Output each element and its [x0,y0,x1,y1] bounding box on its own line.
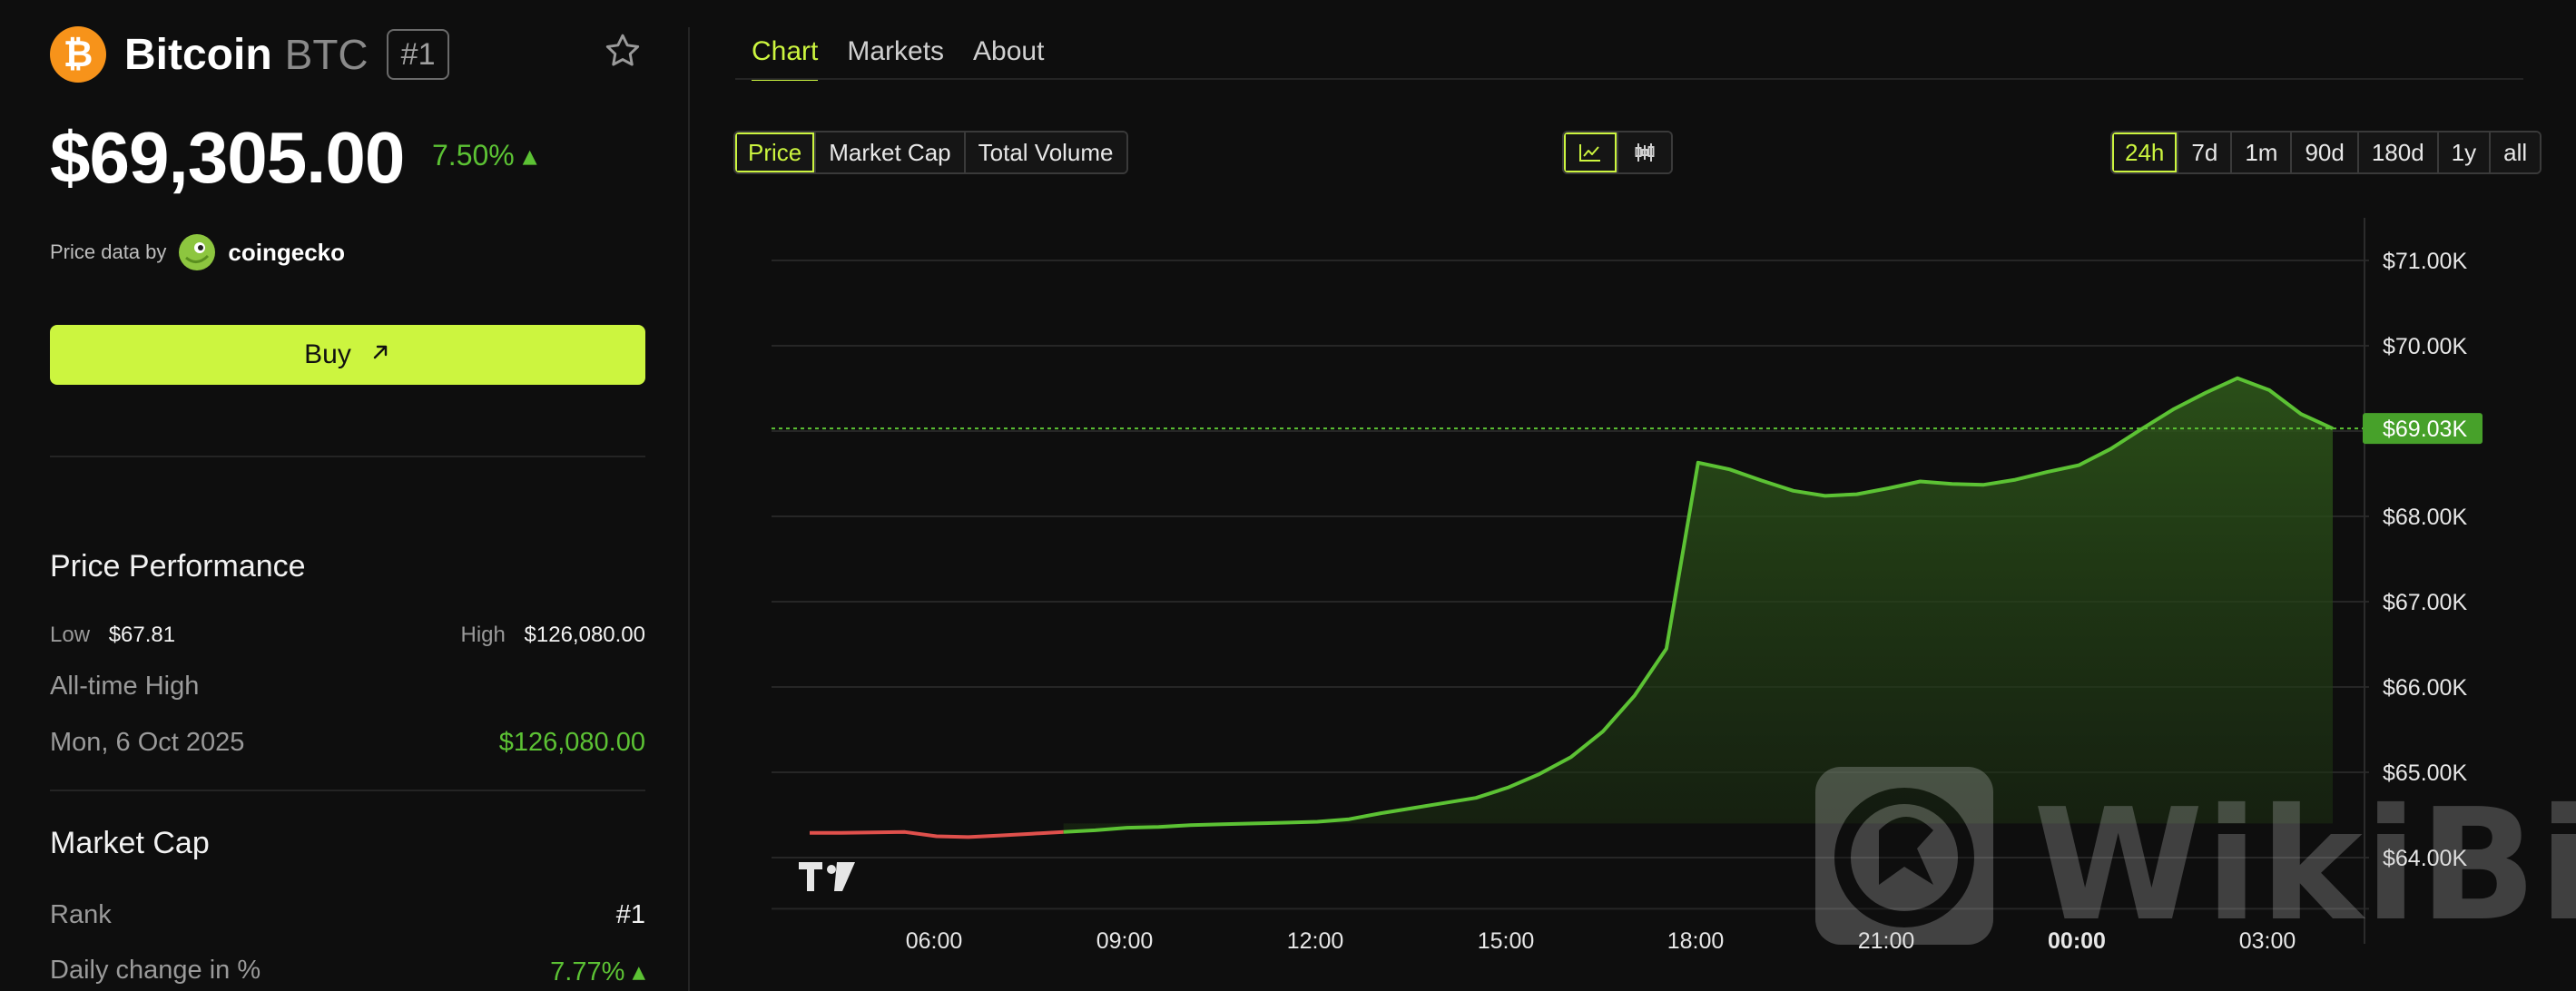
wikibit-logo-icon [1815,767,1993,945]
ath-label: All-time High [50,672,200,701]
rank-badge: #1 [386,29,450,80]
line-chart-icon[interactable] [1564,132,1618,172]
chart-type-toggle [1562,131,1673,174]
timeframe-7d[interactable]: 7d [2178,132,2233,172]
metric-market-cap-button[interactable]: Market Cap [816,132,966,172]
metric-total-volume-button[interactable]: Total Volume [965,132,1126,172]
divider [50,790,645,791]
rank-value: #1 [615,900,645,929]
x-tick-label: 18:00 [1667,928,1725,954]
coin-symbol: BTC [284,31,369,78]
current-price-badge-label: $69.03K [2383,417,2467,442]
coin-name: Bitcoin [124,30,272,79]
coin-header: ₿ Bitcoin BTC #1 [50,25,450,83]
daily-change-label: Daily change in % [50,956,261,985]
y-tick-label: $70.00K [2383,334,2467,359]
timeframe-180d[interactable]: 180d [2358,132,2439,172]
rank-row: Rank #1 [50,900,645,930]
timeframe-24h[interactable]: 24h [2112,132,2179,172]
y-tick-label: $66.00K [2383,675,2467,701]
star-icon[interactable] [603,31,643,71]
low-value: $67.81 [108,623,176,647]
ath-label-row: All-time High [50,672,645,702]
timeframe-1y[interactable]: 1y [2438,132,2492,172]
high-label: High [460,623,506,647]
price-source-provider[interactable]: coingecko [228,239,345,267]
timeframe-toggle: 24h 7d 1m 90d 180d 1y all [2110,131,2542,174]
coingecko-logo-icon [179,234,216,270]
price-source: Price data by coingecko [50,234,345,270]
daily-change-row: Daily change in % 7.77% ▴ [50,956,645,987]
candlestick-icon[interactable] [1618,132,1671,172]
coin-summary-panel: ₿ Bitcoin BTC #1 $69,305.00 7.50% ▴ Pric… [0,0,688,991]
buy-button[interactable]: Buy [50,325,645,385]
tradingview-logo-icon [799,862,855,891]
high-value: $126,080.00 [524,623,645,647]
y-tick-label: $71.00K [2383,249,2467,274]
y-tick-label: $67.00K [2383,590,2467,615]
metric-price-button[interactable]: Price [735,132,817,172]
bitcoin-logo-icon: ₿ [50,26,106,83]
ath-row: Mon, 6 Oct 2025 $126,080.00 [50,728,645,758]
price-area-fill [1063,378,2333,832]
price-source-label: Price data by [50,240,167,263]
timeframe-1m[interactable]: 1m [2232,132,2293,172]
rank-label: Rank [50,900,112,929]
x-tick-label: 09:00 [1096,928,1154,954]
price-line-down-segment [810,829,1064,839]
detail-tabs: Chart Markets About [752,36,1073,81]
tab-about[interactable]: About [973,36,1044,81]
low-high-row: Low $67.81 High $126,080.00 [50,623,645,648]
current-price: $69,305.00 [50,117,405,198]
x-tick-label: 12:00 [1287,928,1344,954]
tab-markets[interactable]: Markets [847,36,944,81]
buy-button-label: Buy [304,339,351,369]
wikibit-watermark: WikiBit [1815,767,2576,956]
daily-change-value: 7.77% ▴ [550,957,645,986]
x-tick-label: 06:00 [906,928,963,954]
tab-chart[interactable]: Chart [752,36,819,81]
price-change-24h: 7.50% ▴ [432,139,537,172]
current-price-badge: $69.03K [2363,413,2483,445]
panel-divider [688,27,690,991]
ath-date: Mon, 6 Oct 2025 [50,728,245,757]
tabs-divider [735,78,2523,80]
watermark-text: WikiBit [2033,776,2576,956]
x-tick-label: 15:00 [1478,928,1535,954]
divider [50,456,645,457]
price-performance-title: Price Performance [50,549,306,584]
metric-toggle: Price Market Cap Total Volume [733,131,1128,174]
timeframe-all[interactable]: all [2491,132,2541,172]
market-cap-title: Market Cap [50,826,210,860]
arrow-up-right-icon [369,340,391,369]
timeframe-90d[interactable]: 90d [2292,132,2359,172]
ath-value: $126,080.00 [498,728,645,757]
y-tick-label: $68.00K [2383,505,2467,530]
low-label: Low [50,623,91,647]
